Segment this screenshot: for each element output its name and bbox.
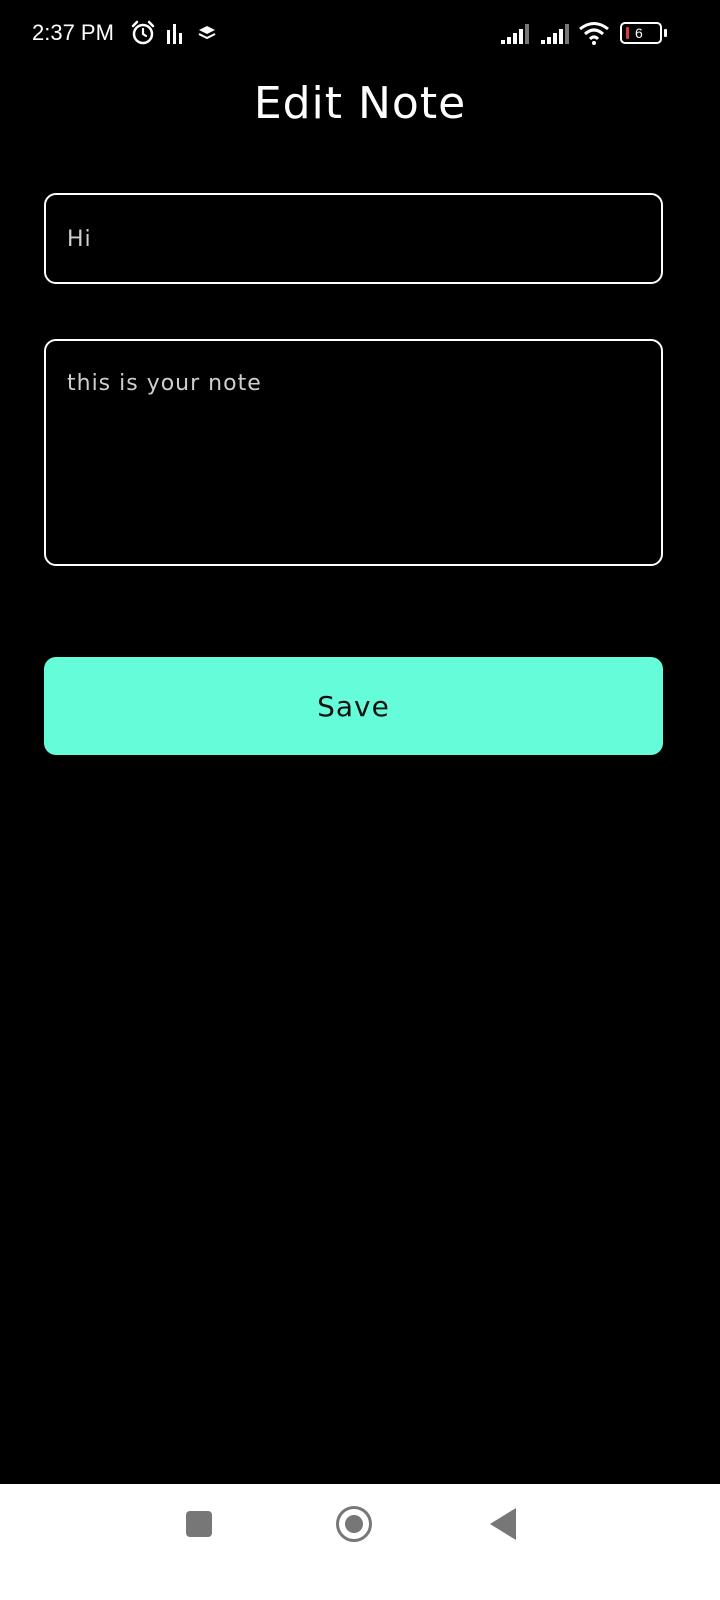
note-field-value: this is your note	[67, 371, 262, 396]
battery-level: 6	[635, 25, 643, 41]
signal-icon	[500, 20, 534, 50]
equalizer-icon	[166, 20, 184, 50]
wifi-icon	[578, 20, 612, 50]
signal-icon	[540, 20, 574, 50]
home-icon[interactable]	[336, 1506, 372, 1542]
navigation-bar	[0, 1484, 720, 1600]
layers-icon	[196, 20, 218, 50]
alarm-icon	[130, 20, 156, 50]
title-field[interactable]: Hi	[44, 193, 663, 284]
page-title: Edit Note	[253, 78, 467, 129]
title-field-value: Hi	[67, 227, 92, 252]
status-bar: 2:37 PM 6	[0, 0, 720, 70]
battery-low-indicator	[626, 27, 629, 39]
save-button[interactable]: Save	[44, 657, 663, 755]
battery-icon: 6	[620, 22, 667, 44]
status-time: 2:37 PM	[32, 20, 114, 45]
back-icon[interactable]	[490, 1508, 516, 1540]
save-button-label: Save	[317, 689, 390, 723]
recents-icon[interactable]	[186, 1511, 212, 1537]
note-field[interactable]: this is your note	[44, 339, 663, 566]
